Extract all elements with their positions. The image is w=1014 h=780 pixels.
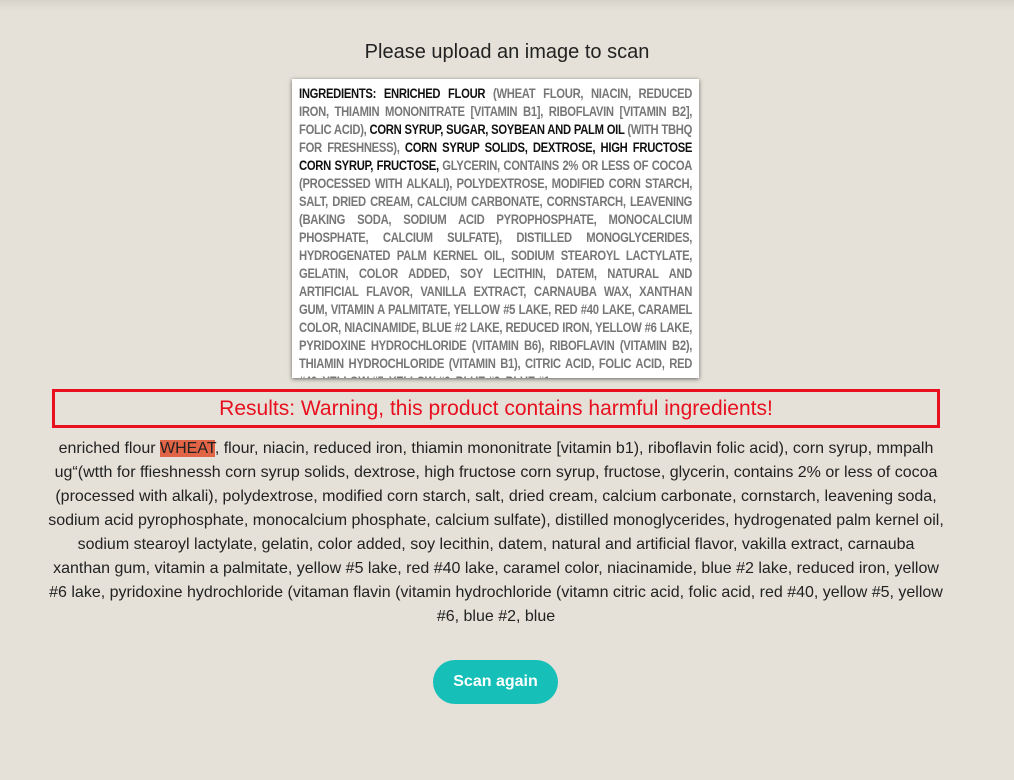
ingredients-text-before: enriched flour <box>58 440 161 457</box>
app-page: Please upload an image to scan INGREDIEN… <box>0 0 1014 780</box>
ingredients-text-after: , flour, niacin, reduced iron, thiamin m… <box>48 440 944 625</box>
scan-again-button[interactable]: Scan again <box>433 660 558 704</box>
uploaded-label-image: INGREDIENTS: ENRICHED FLOUR (WHEAT FLOUR… <box>292 79 699 378</box>
label-bold-segment: INGREDIENTS: ENRICHED FLOUR <box>299 86 494 101</box>
top-bar-shadow <box>0 0 1014 12</box>
label-image-ingredients-text: INGREDIENTS: ENRICHED FLOUR (WHEAT FLOUR… <box>299 85 692 378</box>
scanned-ingredients-text: enriched flour WHEAT, flour, niacin, red… <box>48 437 944 629</box>
label-segment: GLYCERIN, CONTAINS 2% OR LESS OF COCOA (… <box>299 158 693 378</box>
harmful-ingredient-highlight: WHEAT <box>160 440 215 457</box>
results-warning-banner: Results: Warning, this product contains … <box>52 389 940 428</box>
page-heading: Please upload an image to scan <box>364 41 650 63</box>
label-bold-segment: CORN SYRUP, SUGAR, SOYBEAN AND PALM OIL <box>369 122 628 137</box>
